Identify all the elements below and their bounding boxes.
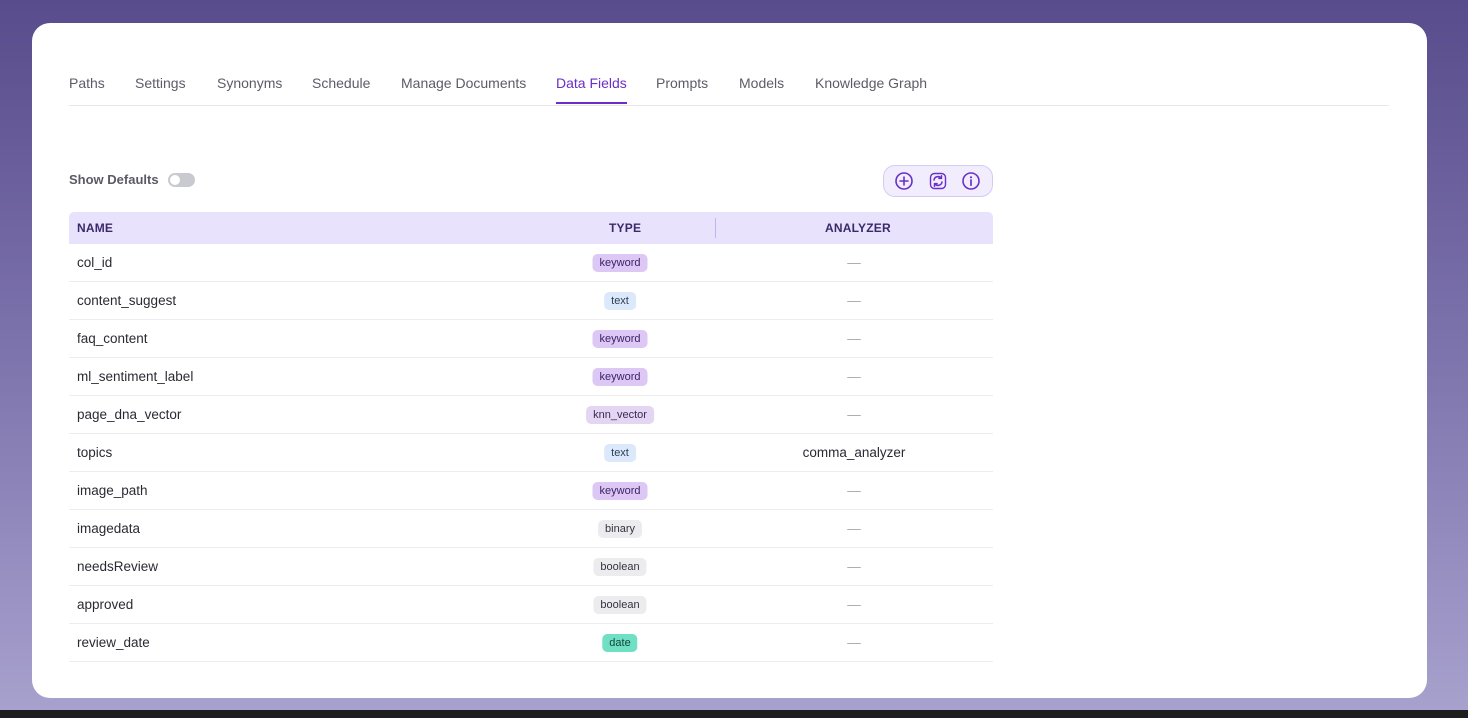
tab-bar: Paths Settings Synonyms Schedule Manage … <box>69 65 1389 106</box>
field-type-badge: boolean <box>593 596 647 614</box>
refresh-button[interactable] <box>928 171 948 191</box>
field-analyzer: — <box>847 255 861 270</box>
field-type-badge: date <box>602 634 638 652</box>
table-row[interactable]: topics text comma_analyzer <box>69 434 993 472</box>
main-card: Paths Settings Synonyms Schedule Manage … <box>32 23 1427 698</box>
tab-models[interactable]: Models <box>739 75 784 91</box>
field-analyzer: — <box>847 369 861 384</box>
table-row[interactable]: page_dna_vector knn_vector — <box>69 396 993 434</box>
field-analyzer: comma_analyzer <box>802 445 906 460</box>
table-header: NAME TYPE ANALYZER <box>69 212 993 244</box>
table-row[interactable]: col_id keyword — <box>69 244 993 282</box>
tab-synonyms[interactable]: Synonyms <box>217 75 282 91</box>
field-type-badge: keyword <box>592 330 648 348</box>
tab-manage-documents[interactable]: Manage Documents <box>401 75 526 91</box>
field-type-badge: text <box>604 292 636 310</box>
field-name: needsReview <box>77 559 159 574</box>
column-header-name[interactable]: NAME <box>77 221 113 235</box>
field-name: faq_content <box>77 331 148 346</box>
show-defaults-toggle[interactable] <box>168 173 195 187</box>
field-name: review_date <box>77 635 150 650</box>
field-analyzer: — <box>847 483 861 498</box>
field-name: ml_sentiment_label <box>77 369 194 384</box>
field-name: topics <box>77 445 113 460</box>
info-button[interactable] <box>961 171 981 191</box>
field-type-badge: knn_vector <box>586 406 654 424</box>
tab-schedule[interactable]: Schedule <box>312 75 370 91</box>
table-row[interactable]: faq_content keyword — <box>69 320 993 358</box>
taskbar <box>0 710 1468 718</box>
field-type-badge: text <box>604 444 636 462</box>
field-type-badge: keyword <box>592 482 648 500</box>
field-name: content_suggest <box>77 293 177 308</box>
field-name: imagedata <box>77 521 141 536</box>
field-analyzer: — <box>847 597 861 612</box>
tab-settings[interactable]: Settings <box>135 75 186 91</box>
table-row[interactable]: ml_sentiment_label keyword — <box>69 358 993 396</box>
tab-knowledge-graph[interactable]: Knowledge Graph <box>815 75 927 91</box>
info-icon <box>962 172 980 190</box>
tab-data-fields[interactable]: Data Fields <box>556 75 627 104</box>
data-fields-table: NAME TYPE ANALYZER col_id keyword — content… <box>69 212 993 662</box>
column-header-analyzer[interactable]: ANALYZER <box>825 221 891 235</box>
field-analyzer: — <box>847 293 861 308</box>
table-body: col_id keyword — content_suggest text — faq_co… <box>69 244 993 662</box>
refresh-icon <box>929 172 947 190</box>
field-type-badge: keyword <box>592 368 648 386</box>
field-analyzer: — <box>847 521 861 536</box>
table-row[interactable]: review_date date — <box>69 624 993 662</box>
tab-prompts[interactable]: Prompts <box>656 75 708 91</box>
table-actions <box>883 165 993 197</box>
add-circle-icon <box>895 172 913 190</box>
field-name: approved <box>77 597 134 612</box>
table-row[interactable]: image_path keyword — <box>69 472 993 510</box>
field-name: image_path <box>77 483 148 498</box>
column-header-type[interactable]: TYPE <box>609 221 641 235</box>
tab-paths[interactable]: Paths <box>69 75 105 91</box>
field-analyzer: — <box>847 407 861 422</box>
show-defaults-label: Show Defaults <box>69 172 159 187</box>
field-name: col_id <box>77 255 113 270</box>
table-row[interactable]: content_suggest text — <box>69 282 993 320</box>
table-row[interactable]: approved boolean — <box>69 586 993 624</box>
field-analyzer: — <box>847 635 861 650</box>
field-analyzer: — <box>847 331 861 346</box>
field-analyzer: — <box>847 559 861 574</box>
column-resize-handle[interactable] <box>715 218 716 238</box>
field-type-badge: boolean <box>593 558 647 576</box>
field-name: page_dna_vector <box>77 407 182 422</box>
table-row[interactable]: imagedata binary — <box>69 510 993 548</box>
add-field-button[interactable] <box>894 171 914 191</box>
table-row[interactable]: needsReview boolean — <box>69 548 993 586</box>
field-type-badge: binary <box>598 520 642 538</box>
field-type-badge: keyword <box>592 254 648 272</box>
